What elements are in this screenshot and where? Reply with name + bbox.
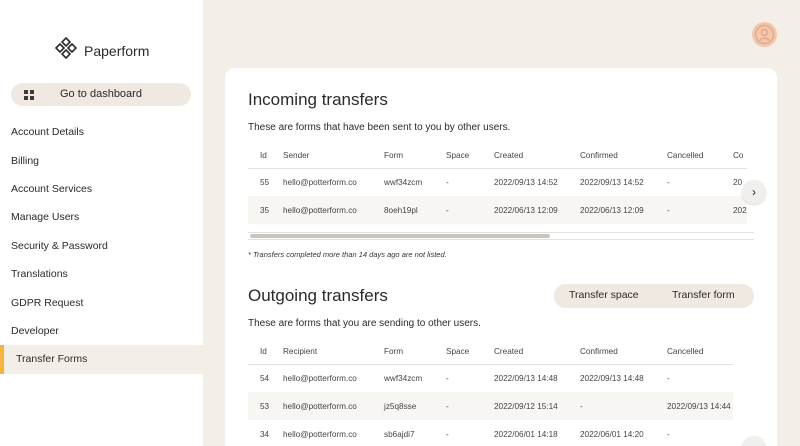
cell-sender: hello@potterform.co — [283, 196, 384, 224]
cell-created: 2022/09/13 14:48 — [494, 373, 558, 383]
column-header-form: Form — [384, 144, 446, 169]
cell-form: wwf34zcm — [384, 177, 423, 187]
column-header-id: Id — [248, 144, 283, 169]
go-to-dashboard-button[interactable]: Go to dashboard — [11, 83, 191, 106]
column-header-completed: Co — [733, 144, 747, 169]
brand-name: Paperform — [84, 42, 150, 59]
table-header-row: Id Recipient Form Space Created Confirme… — [248, 340, 733, 365]
sidebar-item-translations[interactable]: Translations — [0, 260, 203, 288]
table-row: 53 hello@potterform.co jz5q8sse - 2022/0… — [248, 392, 733, 420]
cell-id: 53 — [248, 392, 283, 420]
column-header-confirmed: Confirmed — [580, 144, 667, 169]
column-header-cancelled: Cancelled — [667, 144, 733, 169]
cell-confirmed: 2022/09/13 14:52 — [580, 177, 644, 187]
table-header-row: Id Sender Form Space Created Confirmed C… — [248, 144, 747, 169]
cell-created: 2022/06/13 12:09 — [494, 196, 580, 224]
cell-cancelled: - — [667, 429, 670, 439]
column-header-sender: Sender — [283, 144, 384, 169]
cell-form: sb6ajdi7 — [384, 429, 415, 439]
cell-space: - — [446, 177, 449, 187]
cell-created: 2022/06/01 14:18 — [494, 429, 558, 439]
scrollbar-thumb[interactable] — [250, 234, 550, 238]
table-row: 55 hello@potterform.co wwf34zcm - 2022/0… — [248, 168, 747, 196]
incoming-transfers-description: These are forms that have been sent to y… — [248, 122, 511, 133]
brand[interactable]: Paperform — [54, 36, 149, 65]
incoming-transfers-title: Incoming transfers — [248, 90, 388, 109]
column-header-form: Form — [384, 340, 446, 365]
outgoing-transfers-title: Outgoing transfers — [248, 286, 388, 305]
sidebar-nav: Account Details Billing Account Services… — [0, 118, 203, 374]
grid-icon — [24, 90, 34, 100]
table-row: 54 hello@potterform.co wwf34zcm - 2022/0… — [248, 364, 733, 392]
sidebar-item-gdpr-request[interactable]: GDPR Request — [0, 288, 203, 316]
cell-created: 2022/09/12 15:14 — [494, 392, 580, 420]
chevron-right-icon: › — [752, 185, 756, 199]
transfer-actions: Transfer space Transfer form — [554, 284, 754, 308]
cell-confirmed: 2022/09/13 14:48 — [580, 373, 644, 383]
cell-form: wwf34zcm — [384, 373, 423, 383]
cell-recipient: hello@potterform.co — [283, 373, 357, 383]
column-header-space: Space — [446, 144, 494, 169]
cell-cancelled: - — [667, 373, 670, 383]
cell-sender: hello@potterform.co — [283, 177, 357, 187]
outgoing-transfers-table: Id Recipient Form Space Created Confirme… — [248, 340, 754, 446]
user-avatar-icon[interactable] — [752, 22, 777, 47]
cell-id: 55 — [260, 177, 270, 187]
incoming-scroll-right-button[interactable]: › — [742, 180, 766, 204]
column-header-id: Id — [248, 340, 283, 365]
cell-confirmed: - — [580, 392, 667, 420]
cell-space: - — [446, 196, 494, 224]
sidebar-item-security-password[interactable]: Security & Password — [0, 232, 203, 260]
table-row: 34 hello@potterform.co sb6ajdi7 - 2022/0… — [248, 420, 733, 446]
cell-space: - — [446, 429, 449, 439]
sidebar-item-account-services[interactable]: Account Services — [0, 175, 203, 203]
table-row: 35 hello@potterform.co 8oeh19pl - 2022/0… — [248, 196, 747, 224]
cell-recipient: hello@potterform.co — [283, 429, 357, 439]
go-to-dashboard-label: Go to dashboard — [60, 88, 142, 100]
incoming-table-scrollbar[interactable] — [248, 232, 754, 240]
cell-id: 35 — [248, 196, 283, 224]
cell-space: - — [446, 392, 494, 420]
sidebar: Paperform Go to dashboard Account Detail… — [0, 0, 203, 446]
sidebar-item-developer[interactable]: Developer — [0, 317, 203, 345]
column-header-space: Space — [446, 340, 494, 365]
paperform-logo-icon — [54, 36, 78, 65]
cell-space: - — [446, 373, 449, 383]
column-header-created: Created — [494, 340, 580, 365]
sidebar-item-account-details[interactable]: Account Details — [0, 118, 203, 146]
transfers-card: Incoming transfers These are forms that … — [225, 68, 777, 446]
cell-form: 8oeh19pl — [384, 196, 446, 224]
cell-cancelled: - — [667, 177, 670, 187]
cell-confirmed: 2022/06/01 14:20 — [580, 429, 644, 439]
cell-id: 34 — [260, 429, 270, 439]
sidebar-item-manage-users[interactable]: Manage Users — [0, 203, 203, 231]
column-header-created: Created — [494, 144, 580, 169]
sidebar-item-transfer-forms[interactable]: Transfer Forms — [0, 345, 203, 374]
cell-cancelled: - — [667, 196, 733, 224]
cell-created: 2022/09/13 14:52 — [494, 177, 558, 187]
sidebar-item-billing[interactable]: Billing — [0, 146, 203, 174]
cell-cancelled: 2022/09/13 14:44 — [667, 392, 733, 420]
transfer-form-button[interactable]: Transfer form — [672, 289, 735, 301]
incoming-footnote: * Transfers completed more than 14 days … — [248, 250, 447, 259]
cell-confirmed: 2022/06/13 12:09 — [580, 196, 667, 224]
incoming-transfers-table: Id Sender Form Space Created Confirmed C… — [248, 144, 754, 232]
chevron-right-icon: › — [752, 441, 756, 446]
column-header-recipient: Recipient — [283, 340, 384, 365]
outgoing-transfers-description: These are forms that you are sending to … — [248, 318, 481, 329]
cell-id: 54 — [260, 373, 270, 383]
cell-recipient: hello@potterform.co — [283, 392, 384, 420]
column-header-confirmed: Confirmed — [580, 340, 667, 365]
column-header-cancelled: Cancelled — [667, 340, 733, 365]
cell-form: jz5q8sse — [384, 392, 446, 420]
transfer-space-button[interactable]: Transfer space — [569, 289, 639, 301]
